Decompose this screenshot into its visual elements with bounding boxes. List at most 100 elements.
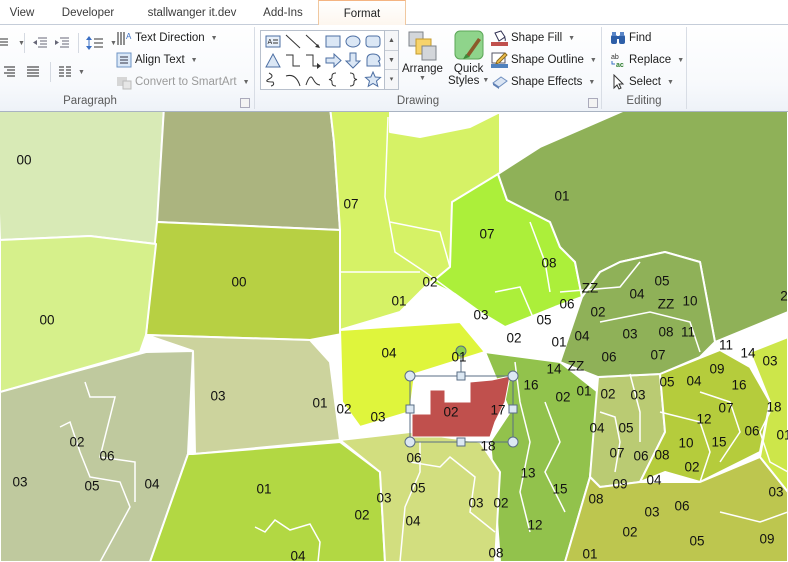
convert-smartart-button[interactable]: Convert to SmartArt ▼ — [116, 74, 250, 90]
district-label: 04 — [686, 373, 702, 389]
shape-outline-button[interactable]: Shape Outline ▼ — [491, 52, 597, 68]
tab-developer[interactable]: Developer — [48, 0, 128, 24]
gallery-scroll-up-button[interactable]: ▲ — [385, 31, 398, 50]
right-arrow-icon[interactable] — [324, 52, 342, 69]
freeform-scribble-icon[interactable] — [264, 71, 282, 88]
resize-handle-ne[interactable] — [507, 370, 519, 382]
rounded-rectangle-icon[interactable] — [364, 33, 382, 50]
district-label: 15 — [552, 481, 568, 497]
drawing-group-label: Drawing — [396, 95, 440, 107]
align-right-button[interactable] — [2, 65, 16, 79]
curve-icon[interactable] — [304, 71, 322, 88]
district-label: 02 — [354, 507, 370, 523]
district-label: 04 — [574, 328, 590, 344]
district-label: 03 — [370, 409, 386, 425]
district-label: 02 — [555, 389, 571, 405]
tab-stallwanger[interactable]: stallwanger it.dev — [132, 0, 252, 24]
gallery-more-button[interactable]: ▾ — [385, 69, 398, 89]
text-direction-button[interactable]: A Text Direction ▼ — [116, 30, 218, 46]
resize-handle-nw[interactable] — [404, 370, 416, 382]
district-label: 06 — [99, 448, 115, 464]
drawing-dialog-launcher[interactable] — [588, 98, 598, 108]
chevron-down-icon: ▼ — [677, 56, 685, 64]
district-label: 02 — [506, 330, 522, 346]
resize-handle-sw[interactable] — [404, 436, 416, 448]
tab-add-ins[interactable]: Add-Ins — [252, 0, 314, 24]
chevron-down-icon: ▼ — [210, 34, 218, 42]
ribbon: ▼ ▼ ▼ A Text Direction ▼ Align Text ▼ Co… — [0, 25, 788, 112]
district-label: 05 — [618, 420, 634, 436]
svg-text:A: A — [268, 39, 273, 46]
line-spacing-button[interactable]: ▼ — [86, 35, 117, 51]
increase-indent-button[interactable] — [54, 35, 70, 51]
tab-format[interactable]: Format — [318, 0, 406, 26]
find-button[interactable]: Find — [610, 30, 651, 46]
bullets-button[interactable]: ▼ — [0, 37, 25, 49]
oval-icon[interactable] — [344, 33, 362, 50]
text-direction-icon: A — [117, 32, 132, 45]
columns-button[interactable]: ▼ — [58, 65, 85, 79]
district-label: 03 — [630, 387, 646, 403]
arrange-button[interactable]: Arrange ▼ — [402, 29, 443, 82]
district-label: 02 — [336, 401, 352, 417]
district-label: 09 — [612, 476, 628, 492]
elbow-arrow-connector-icon[interactable] — [304, 52, 322, 69]
resize-handle-n[interactable] — [456, 371, 466, 381]
elbow-connector-icon[interactable] — [284, 52, 302, 69]
chevron-down-icon: ▼ — [190, 56, 198, 64]
resize-handle-w[interactable] — [405, 404, 415, 414]
replace-label: Replace — [629, 54, 672, 66]
quick-styles-button[interactable]: Quick Styles ▼ — [448, 29, 489, 87]
tab-view[interactable]: View — [0, 0, 44, 24]
arrow-line-icon[interactable] — [304, 33, 322, 50]
region-state-north-dakota[interactable] — [156, 112, 341, 231]
replace-button[interactable]: ab ac Replace ▼ — [610, 52, 684, 68]
justify-button[interactable] — [26, 65, 40, 79]
paragraph-dialog-launcher[interactable] — [240, 98, 250, 108]
triangle-icon[interactable] — [264, 52, 282, 69]
region-state-nw[interactable] — [0, 112, 165, 245]
district-label: 06 — [633, 448, 649, 464]
shapes-gallery-scrollbar[interactable]: ▲ ▼ ▾ — [384, 30, 399, 90]
text-box-icon[interactable]: A — [264, 33, 282, 50]
district-label: 07 — [718, 400, 734, 416]
left-brace-icon[interactable] — [324, 71, 342, 88]
svg-text:A: A — [126, 32, 132, 41]
rectangle-icon[interactable] — [324, 33, 342, 50]
district-label: 06 — [406, 450, 422, 466]
shape-fill-button[interactable]: Shape Fill ▼ — [491, 30, 575, 46]
region-state-kansas[interactable] — [149, 441, 386, 562]
district-label: 06 — [744, 423, 760, 439]
shapes-gallery[interactable]: A — [260, 30, 386, 90]
district-label: 01 — [551, 334, 567, 350]
district-label: 02 — [443, 404, 459, 420]
arc-icon[interactable] — [284, 71, 302, 88]
star-icon[interactable] — [364, 70, 382, 88]
district-label: 2 — [780, 288, 788, 304]
align-text-button[interactable]: Align Text ▼ — [116, 52, 198, 68]
right-brace-icon[interactable] — [344, 71, 362, 88]
select-button[interactable]: Select ▼ — [610, 74, 674, 90]
district-label: 00 — [16, 152, 32, 168]
district-label: 07 — [609, 445, 625, 461]
callout-cloud-icon[interactable] — [364, 52, 382, 69]
editing-group-label: Editing — [626, 95, 662, 107]
down-arrow-icon[interactable] — [344, 52, 362, 69]
resize-handle-e[interactable] — [508, 404, 518, 414]
resize-handle-se[interactable] — [507, 436, 519, 448]
district-label: 12 — [696, 411, 712, 427]
resize-handle-s[interactable] — [456, 437, 466, 447]
cursor-arrow-icon — [613, 74, 625, 90]
decrease-indent-button[interactable] — [32, 35, 48, 51]
shape-effects-button[interactable]: Shape Effects ▼ — [491, 74, 595, 90]
district-label: 04 — [646, 472, 662, 488]
district-label: 08 — [658, 324, 674, 340]
chevron-down-icon: ▼ — [666, 78, 674, 86]
find-label: Find — [629, 32, 652, 44]
district-label: 04 — [405, 513, 421, 529]
district-map[interactable]: 00 00 00 07 01 07 08 02 01 03 05 06 ZZ 02 04 05 ZZ 10 02 01… — [0, 112, 788, 562]
district-label: 05 — [689, 533, 705, 549]
line-icon[interactable] — [284, 33, 302, 50]
quick-styles-icon — [454, 30, 484, 60]
gallery-scroll-down-button[interactable]: ▼ — [385, 50, 398, 70]
